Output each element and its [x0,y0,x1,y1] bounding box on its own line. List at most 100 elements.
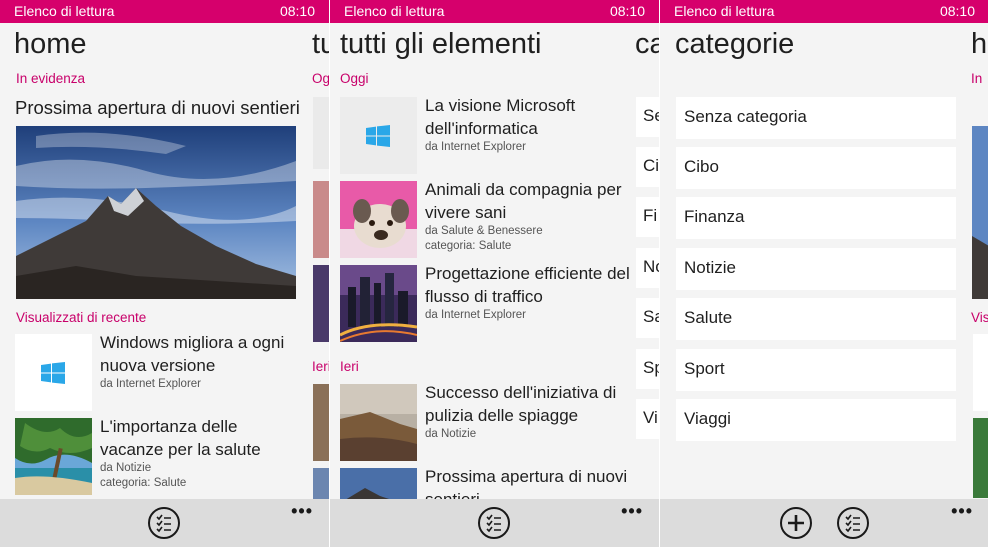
peek-thumbnail [313,97,329,169]
app-bar: ••• [0,499,329,547]
item-category: categoria: Salute [100,477,187,489]
next-pivot-title[interactable]: ca [635,28,659,61]
next-pivot-title[interactable]: h [971,28,987,61]
featured-title[interactable]: Prossima apertura di nuovi sentieri [15,97,300,119]
item-title: Progettazione efficiente del flusso di t… [425,264,630,306]
peek-thumbnail [973,334,988,411]
peek-thumbnail [313,468,329,500]
more-button[interactable]: ••• [621,501,643,522]
item-title: Animali da compagnia per vivere sani [425,180,622,222]
peek-thumbnail [973,418,988,498]
peek-featured-image [972,126,988,299]
more-button[interactable]: ••• [291,501,313,522]
select-button[interactable] [148,507,180,539]
item-thumbnail [340,384,417,461]
list-item[interactable]: L'importanza delle vacanze per la salute… [15,417,297,496]
clock: 08:10 [939,3,975,19]
item-source: da Internet Explorer [425,141,527,153]
featured-section-header: In evidenza [16,71,86,86]
item-title: Successo dell'iniziativa di pulizia dell… [425,383,617,425]
recent-section-header: Visualizzati di recente [16,310,147,325]
list-item[interactable]: Animali da compagnia per vivere sani da … [340,180,622,259]
item-category: categoria: Salute [425,240,512,252]
category-item[interactable]: Salute [676,298,956,340]
peek-category[interactable]: Vi [636,399,659,439]
peek-category[interactable]: Fi [636,197,659,237]
peek-category[interactable]: No [636,248,659,288]
list-item[interactable]: Windows migliora a ogni nuova versione d… [15,333,297,412]
peek-thumbnail [313,384,329,461]
item-title: L'importanza delle vacanze per la salute [100,417,261,459]
item-thumbnail [340,181,417,258]
peek-section-header: Ieri [312,359,329,374]
peek-section-header: Visi [971,310,988,325]
city-night-image [340,265,417,342]
item-thumbnail [15,334,92,411]
item-source: da Notizie [100,462,152,474]
plus-icon [788,515,804,531]
list-item[interactable]: Progettazione efficiente del flusso di t… [340,264,630,343]
bulldog-image [340,181,417,258]
list-item[interactable]: Successo dell'iniziativa di pulizia dell… [340,383,622,462]
peek-category[interactable]: Sa [636,298,659,338]
peek-category[interactable]: Se [636,97,659,137]
category-item[interactable]: Finanza [676,197,956,239]
status-bar: Elenco di lettura 08:10 [660,0,988,23]
beach-cliff-image [340,384,417,461]
page-title[interactable]: home [14,28,87,61]
item-title: Windows migliora a ogni nuova versione [100,333,285,375]
yesterday-section-header: Ieri [340,359,359,374]
clock: 08:10 [609,3,645,19]
categories-screen: Elenco di lettura 08:10 categorie h Senz… [660,0,988,547]
peek-category[interactable]: Ci [636,147,659,187]
category-label: Finanza [684,207,745,226]
add-button[interactable] [780,507,812,539]
windows-logo-icon [41,362,65,384]
all-items-screen: Elenco di lettura 08:10 tutti gli elemen… [330,0,659,547]
category-label: Cibo [684,157,719,176]
category-label: Viaggi [684,409,731,428]
category-item[interactable]: Senza categoria [676,97,956,139]
next-pivot-title[interactable]: tu [312,28,329,61]
peek-thumbnail [313,265,329,342]
peek-thumbnail [313,181,329,258]
status-bar: Elenco di lettura 08:10 [330,0,659,23]
peek-section-header: Ogg [312,71,329,86]
app-bar: ••• [660,499,988,547]
category-item[interactable]: Notizie [676,248,956,290]
featured-image[interactable] [16,126,296,299]
select-button[interactable] [837,507,869,539]
home-screen: Elenco di lettura 08:10 home tu In evide… [0,0,329,547]
checklist-icon [156,514,171,533]
app-name: Elenco di lettura [14,3,115,19]
page-title[interactable]: tutti gli elementi [340,28,542,61]
app-name: Elenco di lettura [674,3,775,19]
checklist-icon [486,514,501,533]
category-item[interactable]: Viaggi [676,399,956,441]
windows-logo-icon [366,125,390,147]
item-thumbnail [15,418,92,495]
peek-section-header: In [971,71,983,86]
category-label: Senza categoria [684,107,807,126]
category-label: Sport [684,359,725,378]
item-thumbnail [340,265,417,342]
item-source: da Notizie [425,428,477,440]
more-button[interactable]: ••• [951,501,973,522]
item-source: da Internet Explorer [425,309,527,321]
category-label: Notizie [684,258,736,277]
category-item[interactable]: Sport [676,349,956,391]
app-bar: ••• [330,499,659,547]
category-item[interactable]: Cibo [676,147,956,189]
list-item[interactable]: La visione Microsoft dell'informatica da… [340,96,622,175]
category-label: Salute [684,308,733,327]
item-thumbnail [340,97,417,174]
peek-category[interactable]: Sp [636,349,659,389]
select-button[interactable] [478,507,510,539]
page-title[interactable]: categorie [675,28,794,61]
item-source: da Salute & Benessere [425,225,543,237]
checklist-icon [845,514,860,533]
item-title: La visione Microsoft dell'informatica [425,96,576,138]
beach-palm-image [15,418,92,495]
today-section-header: Oggi [340,71,369,86]
status-bar: Elenco di lettura 08:10 [0,0,329,23]
